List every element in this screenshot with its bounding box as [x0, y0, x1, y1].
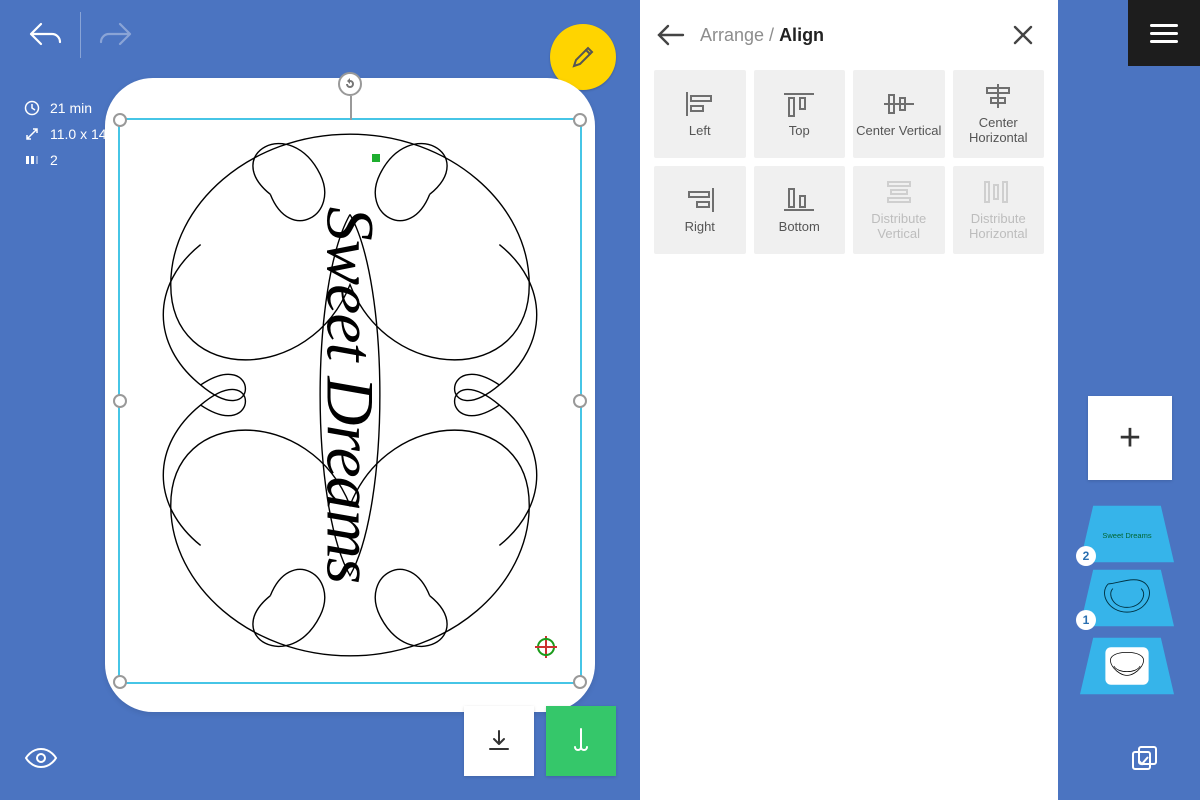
resize-handle-tr[interactable]	[573, 113, 587, 127]
layer-thumb-2[interactable]: Sweet Dreams 2	[1080, 504, 1174, 564]
align-top[interactable]: Top	[754, 70, 846, 158]
time-value: 21 min	[50, 100, 92, 116]
make-it-button[interactable]	[546, 706, 616, 776]
breadcrumb-leaf: Align	[779, 25, 824, 45]
distribute-vertical: Distribute Vertical	[853, 166, 945, 254]
main-menu-button[interactable]	[1128, 0, 1200, 66]
back-button[interactable]	[656, 23, 686, 47]
align-options-grid: Left Top Center Vertical Center Horizont…	[640, 70, 1058, 254]
design-canvas-area: 21 min 11.0 x 14.0 in 2	[0, 0, 640, 800]
undo-icon[interactable]	[28, 20, 62, 50]
add-layer-button[interactable]: +	[1088, 396, 1172, 480]
align-center-horizontal[interactable]: Center Horizontal	[953, 70, 1045, 158]
mats-value: 2	[50, 152, 58, 168]
layer-thumb-1[interactable]: 1	[1080, 568, 1174, 628]
clock-icon	[24, 100, 40, 116]
panel-header: Arrange / Align	[640, 0, 1058, 70]
cut-tool-icon	[568, 725, 594, 757]
download-button[interactable]	[464, 706, 534, 776]
right-rail: + Sweet Dreams 2 1	[1058, 0, 1200, 800]
history-controls	[28, 12, 133, 58]
resize-handle-mr[interactable]	[573, 394, 587, 408]
close-button[interactable]	[1012, 24, 1034, 46]
align-center-vertical[interactable]: Center Vertical	[853, 70, 945, 158]
resize-handle-br[interactable]	[573, 675, 587, 689]
distribute-horizontal: Distribute Horizontal	[953, 166, 1045, 254]
mats-icon	[24, 152, 40, 168]
resize-handle-ml[interactable]	[113, 394, 127, 408]
visibility-toggle[interactable]	[24, 746, 58, 770]
align-left[interactable]: Left	[654, 70, 746, 158]
pencil-icon	[569, 43, 597, 71]
svg-text:Sweet Dreams: Sweet Dreams	[1102, 531, 1152, 540]
rotate-handle[interactable]	[338, 72, 362, 96]
mat-thumb[interactable]	[1080, 636, 1174, 696]
layer-badge: 1	[1076, 610, 1096, 630]
breadcrumb-root: Arrange	[700, 25, 764, 45]
align-panel: Arrange / Align Left Top Center Vertical…	[640, 0, 1058, 800]
history-divider	[80, 12, 81, 58]
select-all-button[interactable]	[1130, 744, 1160, 774]
align-bottom[interactable]: Bottom	[754, 166, 846, 254]
download-icon	[485, 727, 513, 755]
resize-handle-tl[interactable]	[113, 113, 127, 127]
resize-handle-bl[interactable]	[113, 675, 127, 689]
artboard[interactable]: Sweet Dreams	[105, 78, 595, 712]
layer-badge: 2	[1076, 546, 1096, 566]
redo-icon[interactable]	[99, 20, 133, 50]
hamburger-icon	[1150, 32, 1178, 35]
dimensions-icon	[24, 126, 40, 142]
align-right[interactable]: Right	[654, 166, 746, 254]
panel-breadcrumb: Arrange / Align	[700, 25, 824, 46]
selection-outline[interactable]	[118, 118, 582, 684]
